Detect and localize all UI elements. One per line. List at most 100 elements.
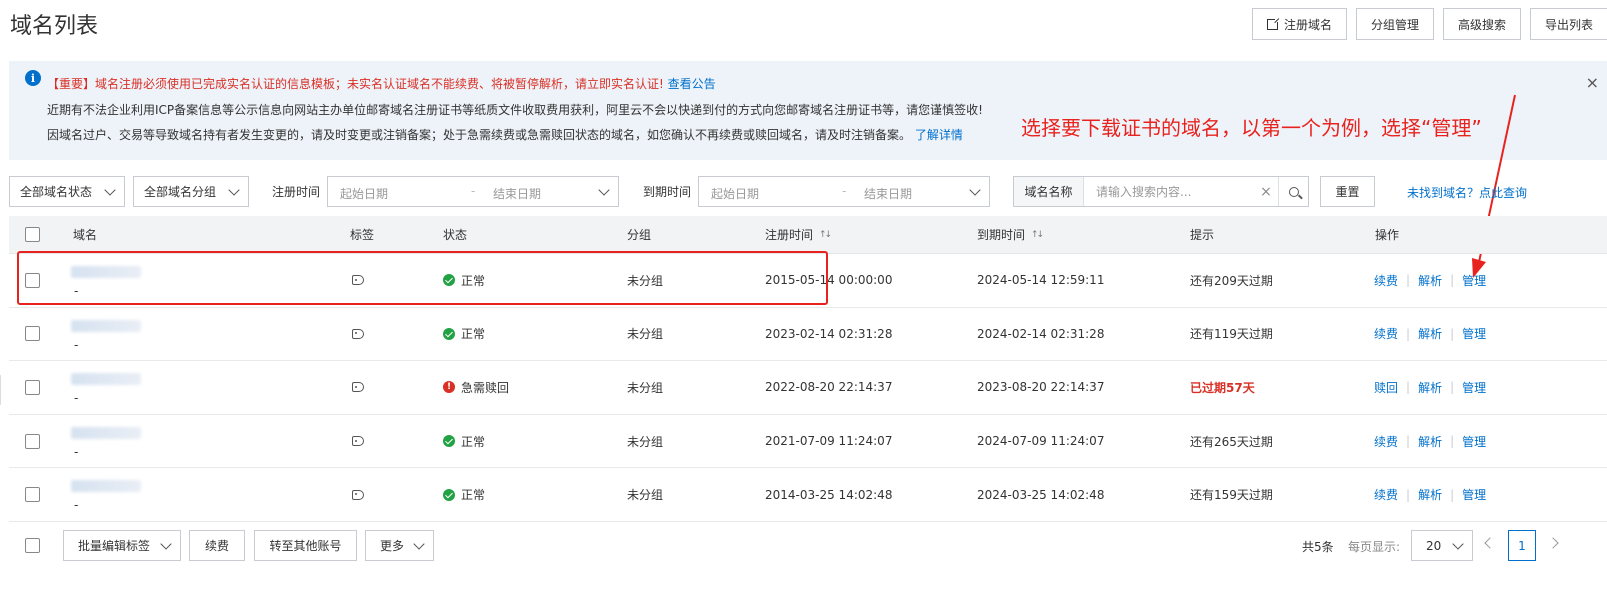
op-renew-link[interactable]: 续费: [1374, 486, 1398, 503]
op-renew-link[interactable]: 续费: [1374, 433, 1398, 450]
status-ok-icon: [443, 435, 455, 448]
chevron-down-icon: [160, 538, 172, 550]
op-dns-link[interactable]: 解析: [1418, 325, 1442, 342]
domain-name-redacted[interactable]: [71, 373, 141, 386]
reg-start-date[interactable]: 起始日期: [340, 185, 388, 202]
ops-cell: 续费 | 解析 | 管理: [1374, 486, 1487, 503]
tag-icon[interactable]: [352, 436, 364, 447]
chevron-down-icon: [969, 184, 981, 196]
register-domain-button[interactable]: 注册域名: [1251, 8, 1347, 40]
exp-time-cell: 2024-03-25 14:02:48: [977, 487, 1105, 502]
row-checkbox[interactable]: [25, 326, 40, 342]
search-icon: [1288, 186, 1299, 197]
op-manage-link[interactable]: 管理: [1462, 379, 1486, 396]
exp-date-range[interactable]: 起始日期 - 结束日期: [698, 176, 990, 207]
op-dns-link[interactable]: 解析: [1418, 486, 1442, 503]
row-checkbox[interactable]: [25, 379, 40, 395]
ops-cell: 续费 | 解析 | 管理: [1374, 272, 1487, 289]
status-cell: 正常: [443, 308, 485, 361]
table-header: 域名 标签 状态 分组 注册时间 ↑↓ 到期时间 ↑↓ 提示 操作: [9, 216, 1607, 254]
group-cell: 未分组: [627, 380, 664, 395]
table-row: - 正常 未分组 2014-03-25 14:02:48 2024-03-25 14:0…: [9, 468, 1607, 522]
ops-cell: 赎回 | 解析 | 管理: [1374, 379, 1487, 396]
view-announcement-link[interactable]: 查看公告: [668, 77, 716, 91]
chevron-down-icon: [104, 184, 116, 196]
search-button[interactable]: [1278, 177, 1308, 206]
op-renew-link[interactable]: 续费: [1374, 325, 1398, 342]
notice-line-important: 【重要】域名注册必须使用已完成实名认证的信息模板；未实名认证域名不能续费、将被暂…: [47, 77, 716, 91]
exp-end-date[interactable]: 结束日期: [864, 185, 912, 202]
footer-select-all-checkbox[interactable]: [25, 538, 40, 553]
next-page-icon[interactable]: [1547, 537, 1559, 549]
exp-time-cell: 2023-08-20 22:14:37: [977, 380, 1105, 395]
header-reg-time[interactable]: 注册时间 ↑↓: [765, 216, 832, 253]
tag-icon[interactable]: [352, 328, 364, 339]
row-checkbox[interactable]: [25, 487, 40, 503]
batch-edit-tag-select[interactable]: 批量编辑标签: [63, 530, 181, 561]
domain-name-redacted[interactable]: [71, 480, 141, 493]
tag-icon[interactable]: [352, 489, 364, 500]
domain-not-found-link[interactable]: 未找到域名？点此查询: [1407, 184, 1527, 201]
learn-more-link[interactable]: 了解详情: [915, 128, 963, 142]
close-icon[interactable]: ×: [1586, 73, 1599, 92]
search-input[interactable]: [1084, 177, 1254, 206]
row-checkbox[interactable]: [25, 433, 40, 449]
op-dns-link[interactable]: 解析: [1418, 433, 1442, 450]
prev-page-icon[interactable]: [1484, 537, 1496, 549]
op-dns-link[interactable]: 解析: [1418, 379, 1442, 396]
reg-end-date[interactable]: 结束日期: [493, 185, 541, 202]
domain-sub: -: [74, 391, 79, 406]
op-renew-link[interactable]: 赎回: [1374, 379, 1398, 396]
header-ops: 操作: [1375, 228, 1400, 242]
op-dns-link[interactable]: 解析: [1418, 272, 1442, 289]
hint-cell: 已过期57天: [1190, 380, 1255, 395]
batch-renew-button[interactable]: 续费: [189, 530, 245, 561]
group-cell: 未分组: [627, 434, 664, 449]
header-status: 状态: [443, 228, 468, 242]
op-manage-link[interactable]: 管理: [1462, 433, 1486, 450]
domain-name-redacted[interactable]: [71, 319, 141, 332]
clear-icon[interactable]: ×: [1254, 177, 1278, 206]
select-all-checkbox[interactable]: [25, 227, 40, 242]
more-select[interactable]: 更多: [365, 530, 434, 561]
op-manage-link[interactable]: 管理: [1462, 486, 1486, 503]
status-cell: 正常: [443, 468, 485, 521]
domain-sub: -: [74, 444, 79, 459]
chevron-down-icon: [413, 538, 425, 550]
chevron-down-icon: [1452, 538, 1464, 550]
chevron-down-icon: [598, 184, 610, 196]
op-manage-link[interactable]: 管理: [1462, 272, 1486, 289]
reg-date-range[interactable]: 起始日期 - 结束日期: [327, 176, 619, 207]
domain-name-redacted[interactable]: [71, 426, 141, 439]
export-list-button[interactable]: 导出列表: [1529, 8, 1607, 40]
op-manage-link[interactable]: 管理: [1462, 325, 1486, 342]
header-domain: 域名: [73, 228, 98, 242]
tag-icon[interactable]: [352, 382, 364, 393]
op-renew-link[interactable]: 续费: [1374, 272, 1398, 289]
advanced-search-button[interactable]: 高级搜索: [1442, 8, 1521, 40]
reset-button[interactable]: 重置: [1320, 176, 1375, 207]
notice-line-filing: 因域名过户、交易等导致域名持有者发生变更的，请及时变更或注销备案；处于急需续费或…: [47, 128, 963, 142]
transfer-account-button[interactable]: 转至其他账号: [254, 530, 357, 561]
status-ok-icon: [443, 327, 455, 340]
per-page-select[interactable]: 20: [1411, 530, 1473, 561]
sort-icon[interactable]: ↑↓: [819, 230, 832, 240]
header-exp-time[interactable]: 到期时间 ↑↓: [977, 216, 1044, 253]
reg-time-cell: 2022-08-20 22:14:37: [765, 380, 893, 395]
table-footer: 批量编辑标签 续费 转至其他账号 更多 共5条 每页显示: 20 1: [0, 530, 1607, 562]
page-1-button[interactable]: 1: [1508, 530, 1536, 561]
reg-time-cell: 2023-02-14 02:31:28: [765, 326, 893, 341]
group-manage-button[interactable]: 分组管理: [1355, 8, 1434, 40]
exp-start-date[interactable]: 起始日期: [711, 185, 759, 202]
notice-banner: i 【重要】域名注册必须使用已完成实名认证的信息模板；未实名认证域名不能续费、将…: [9, 61, 1607, 160]
domain-status-select[interactable]: 全部域名状态: [9, 176, 125, 207]
group-cell: 未分组: [627, 327, 664, 342]
domain-group-select[interactable]: 全部域名分组: [133, 176, 249, 207]
search-kind-select[interactable]: 域名名称: [1014, 177, 1084, 206]
domain-sub: -: [74, 498, 79, 513]
status-ok-icon: [443, 488, 455, 501]
exp-time-cell: 2024-05-14 12:59:11: [977, 273, 1105, 288]
external-link-icon: [1266, 16, 1280, 30]
hint-cell: 还有159天过期: [1190, 488, 1273, 503]
sort-icon[interactable]: ↑↓: [1031, 230, 1044, 240]
